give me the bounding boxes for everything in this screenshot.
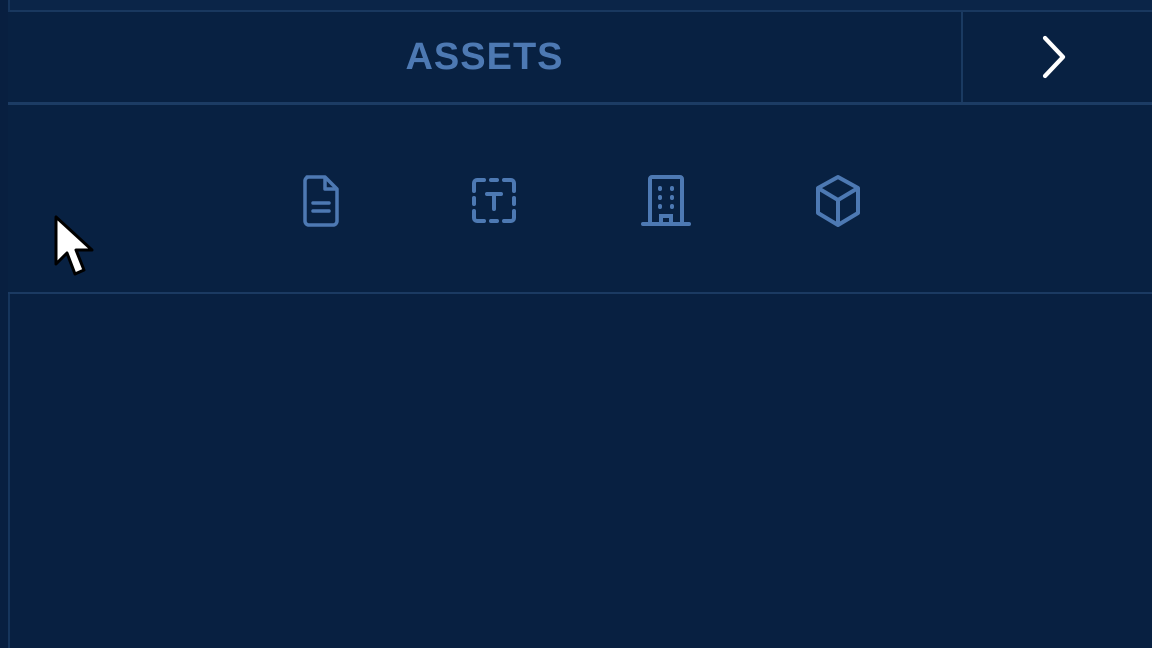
next-button[interactable]	[963, 12, 1152, 102]
assets-tab[interactable]: ASSETS	[8, 12, 963, 102]
assets-content-area	[10, 294, 1152, 648]
chevron-right-icon	[1042, 35, 1065, 79]
cube-tool-button[interactable]	[808, 171, 868, 231]
building-tool-button[interactable]	[636, 171, 696, 231]
document-icon	[303, 175, 339, 227]
text-selection-tool-button[interactable]	[464, 171, 524, 231]
assets-panel: ASSETS	[0, 0, 1152, 648]
panel-header: ASSETS	[8, 12, 1152, 105]
cube-icon	[816, 175, 860, 227]
top-strip	[0, 0, 1152, 12]
text-selection-icon	[472, 178, 516, 223]
panel-title: ASSETS	[405, 35, 564, 78]
asset-type-toolbar	[8, 105, 1152, 294]
mouse-pointer-icon	[54, 215, 94, 276]
building-icon	[641, 175, 691, 226]
document-tool-button[interactable]	[291, 171, 351, 231]
